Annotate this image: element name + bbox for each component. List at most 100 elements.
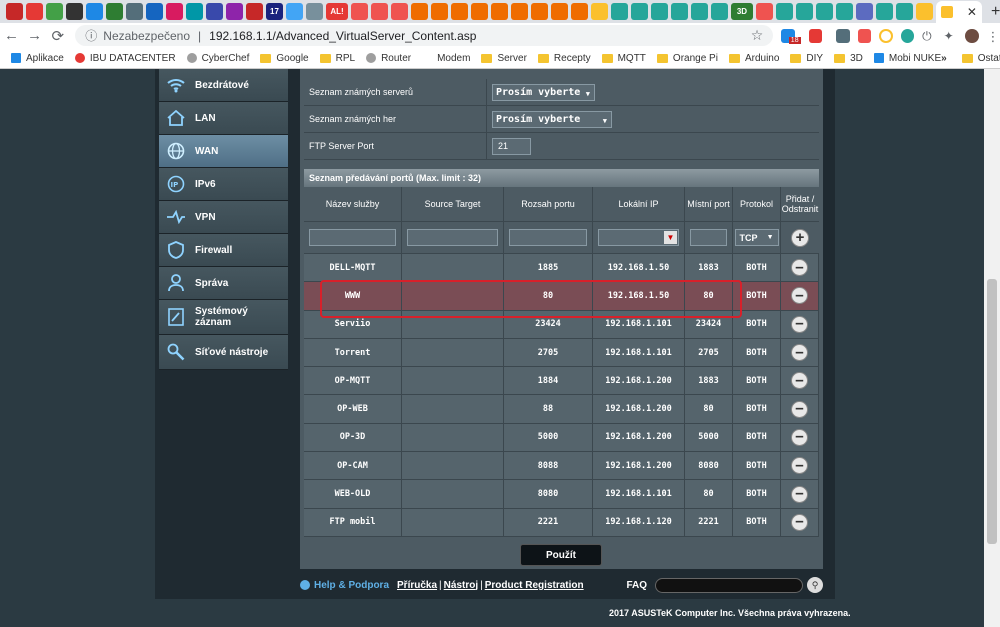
tab-favicon[interactable]: [530, 3, 548, 20]
remove-rule-button[interactable]: −: [791, 315, 808, 333]
sidebar-item-wireless[interactable]: Bezdrátové: [159, 69, 288, 102]
tab-favicon[interactable]: [895, 3, 913, 20]
ftp-port-input[interactable]: 21: [492, 137, 531, 155]
tab-favicon[interactable]: [6, 3, 23, 20]
tab-favicon[interactable]: [46, 3, 63, 20]
tab-favicon[interactable]: [490, 3, 508, 20]
close-tab-icon[interactable]: ✕: [967, 5, 977, 19]
remove-rule-button[interactable]: −: [791, 344, 808, 362]
forward-icon[interactable]: →: [23, 27, 46, 44]
bookmark-folder[interactable]: Arduino: [728, 53, 779, 64]
remove-rule-button[interactable]: −: [791, 485, 808, 503]
service-name-input[interactable]: [309, 229, 396, 246]
bookmark-folder[interactable]: Google: [260, 53, 309, 64]
known-games-select[interactable]: Prosím vyberte ▼: [492, 110, 612, 128]
bookmark[interactable]: CyberChef: [186, 53, 249, 64]
bookmark-folder[interactable]: Orange Pi: [656, 53, 718, 64]
protocol-select[interactable]: TCP ▼: [734, 229, 779, 246]
bookmark-folder[interactable]: DIY: [790, 53, 823, 64]
address-bar[interactable]: ⓘ Nezabezpečeno | 192.168.1.1/Advanced_V…: [75, 25, 774, 46]
dropdown-arrow-icon[interactable]: ▼: [664, 231, 677, 244]
remove-rule-button[interactable]: −: [791, 513, 808, 531]
tab-favicon[interactable]: [410, 3, 428, 20]
local-port-input[interactable]: [690, 229, 727, 246]
tab-favicon[interactable]: [590, 3, 608, 20]
tab-aliexpress-favicon[interactable]: AL!: [326, 3, 348, 20]
tab-favicon[interactable]: [350, 3, 368, 20]
tab-favicon[interactable]: [246, 3, 263, 20]
bookmark[interactable]: IBU DATACENTER: [74, 53, 176, 64]
tab-favicon[interactable]: [166, 3, 183, 20]
tab-favicon[interactable]: [875, 3, 893, 20]
remove-rule-button[interactable]: −: [791, 259, 808, 277]
tab-favicon[interactable]: [390, 3, 408, 20]
info-icon[interactable]: ⓘ: [85, 27, 97, 44]
eyedropper-icon[interactable]: [836, 28, 850, 43]
active-tab[interactable]: ✕: [935, 1, 982, 23]
add-rule-button[interactable]: +: [791, 228, 809, 247]
extension-icon[interactable]: [808, 28, 823, 43]
star-icon[interactable]: ☆: [751, 27, 764, 44]
extension-icon[interactable]: [900, 28, 915, 43]
tab-favicon[interactable]: [206, 3, 223, 20]
bookmark-folder[interactable]: 3D: [834, 53, 863, 64]
bookmark-folder[interactable]: Recepty: [537, 53, 591, 64]
url-text[interactable]: 192.168.1.1/Advanced_VirtualServer_Conte…: [209, 29, 476, 43]
tab-favicon[interactable]: [146, 3, 163, 20]
manual-link[interactable]: Příručka: [397, 580, 437, 591]
tab-favicon[interactable]: 17: [266, 3, 283, 20]
tab-favicon[interactable]: [86, 3, 103, 20]
tab-3d-favicon[interactable]: 3D: [730, 3, 753, 20]
tab-favicon[interactable]: [610, 3, 628, 20]
tab-favicon[interactable]: [795, 3, 813, 20]
tab-favicon[interactable]: [306, 3, 323, 20]
bookmark-apps[interactable]: Aplikace: [11, 53, 64, 64]
tab-favicon[interactable]: [650, 3, 668, 20]
faq-search-input[interactable]: [655, 577, 803, 593]
reload-icon[interactable]: ⟳: [46, 27, 69, 45]
other-bookmarks[interactable]: Ostatní záložky: [961, 53, 1000, 64]
tab-favicon[interactable]: [430, 3, 448, 20]
bookmark[interactable]: Router: [366, 53, 411, 64]
tab-favicon[interactable]: [915, 3, 933, 20]
remove-rule-button[interactable]: −: [791, 428, 808, 446]
tab-favicon[interactable]: [470, 3, 488, 20]
scrollbar-thumb[interactable]: [987, 279, 997, 544]
bookmark-folder[interactable]: MQTT: [601, 53, 646, 64]
tab-favicon[interactable]: [775, 3, 793, 20]
sidebar-item-lan[interactable]: LAN: [159, 102, 288, 135]
bookmark-folder[interactable]: Server: [481, 53, 527, 64]
tab-favicon[interactable]: [630, 3, 648, 20]
remove-rule-button[interactable]: −: [791, 372, 808, 390]
tab-favicon[interactable]: [690, 3, 708, 20]
product-registration-link[interactable]: Product Registration: [485, 580, 584, 591]
sidebar-item-vpn[interactable]: VPN: [159, 201, 288, 234]
puzzle-icon[interactable]: ✦: [943, 28, 958, 43]
sidebar-item-wan[interactable]: WAN: [159, 135, 288, 168]
bookmark-folder[interactable]: RPL: [319, 53, 355, 64]
tab-favicon[interactable]: [186, 3, 203, 20]
tab-favicon[interactable]: [815, 3, 833, 20]
apply-button[interactable]: Použít: [520, 544, 602, 566]
page-scrollbar[interactable]: [984, 69, 1000, 627]
extension-icon[interactable]: [879, 28, 893, 43]
tab-favicon[interactable]: [126, 3, 143, 20]
avatar[interactable]: [965, 28, 979, 43]
local-ip-input[interactable]: ▼: [598, 229, 679, 246]
bookmarks-overflow-button[interactable]: »: [941, 53, 947, 64]
sidebar-item-system-log[interactable]: Systémový záznam: [159, 300, 288, 335]
power-icon[interactable]: ⏻: [922, 28, 936, 43]
tab-favicon[interactable]: [710, 3, 728, 20]
remove-rule-button[interactable]: −: [791, 400, 808, 418]
help-support-link[interactable]: Help & Podpora: [314, 580, 389, 591]
tab-favicon[interactable]: [570, 3, 588, 20]
sidebar-item-firewall[interactable]: Firewall: [159, 234, 288, 267]
remove-rule-button[interactable]: −: [791, 287, 808, 305]
source-target-input[interactable]: [407, 229, 498, 246]
menu-icon[interactable]: ⋮: [986, 28, 1000, 44]
sidebar-item-network-tools[interactable]: Síťové nástroje: [159, 335, 288, 370]
extension-icon[interactable]: [857, 28, 871, 43]
tab-favicon[interactable]: [66, 3, 83, 20]
remove-rule-button[interactable]: −: [791, 457, 808, 475]
tab-favicon[interactable]: [106, 3, 123, 20]
